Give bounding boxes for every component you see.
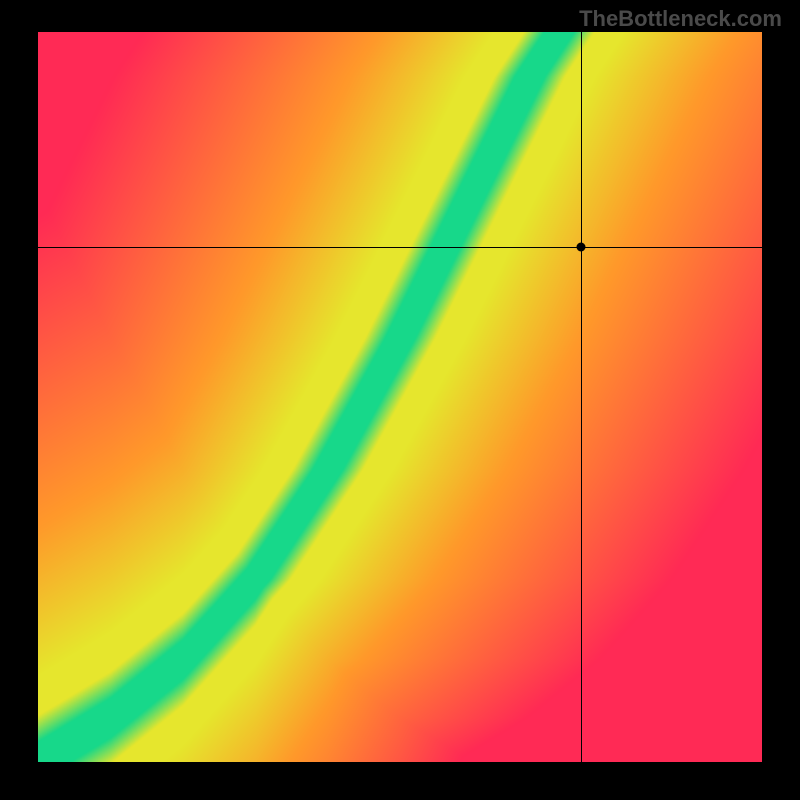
heatmap-canvas (38, 32, 762, 762)
crosshair-horizontal (38, 247, 762, 248)
crosshair-vertical (581, 32, 582, 762)
marker-dot (577, 243, 586, 252)
chart-container: TheBottleneck.com (0, 0, 800, 800)
heatmap-plot (38, 32, 762, 762)
watermark-label: TheBottleneck.com (579, 6, 782, 32)
